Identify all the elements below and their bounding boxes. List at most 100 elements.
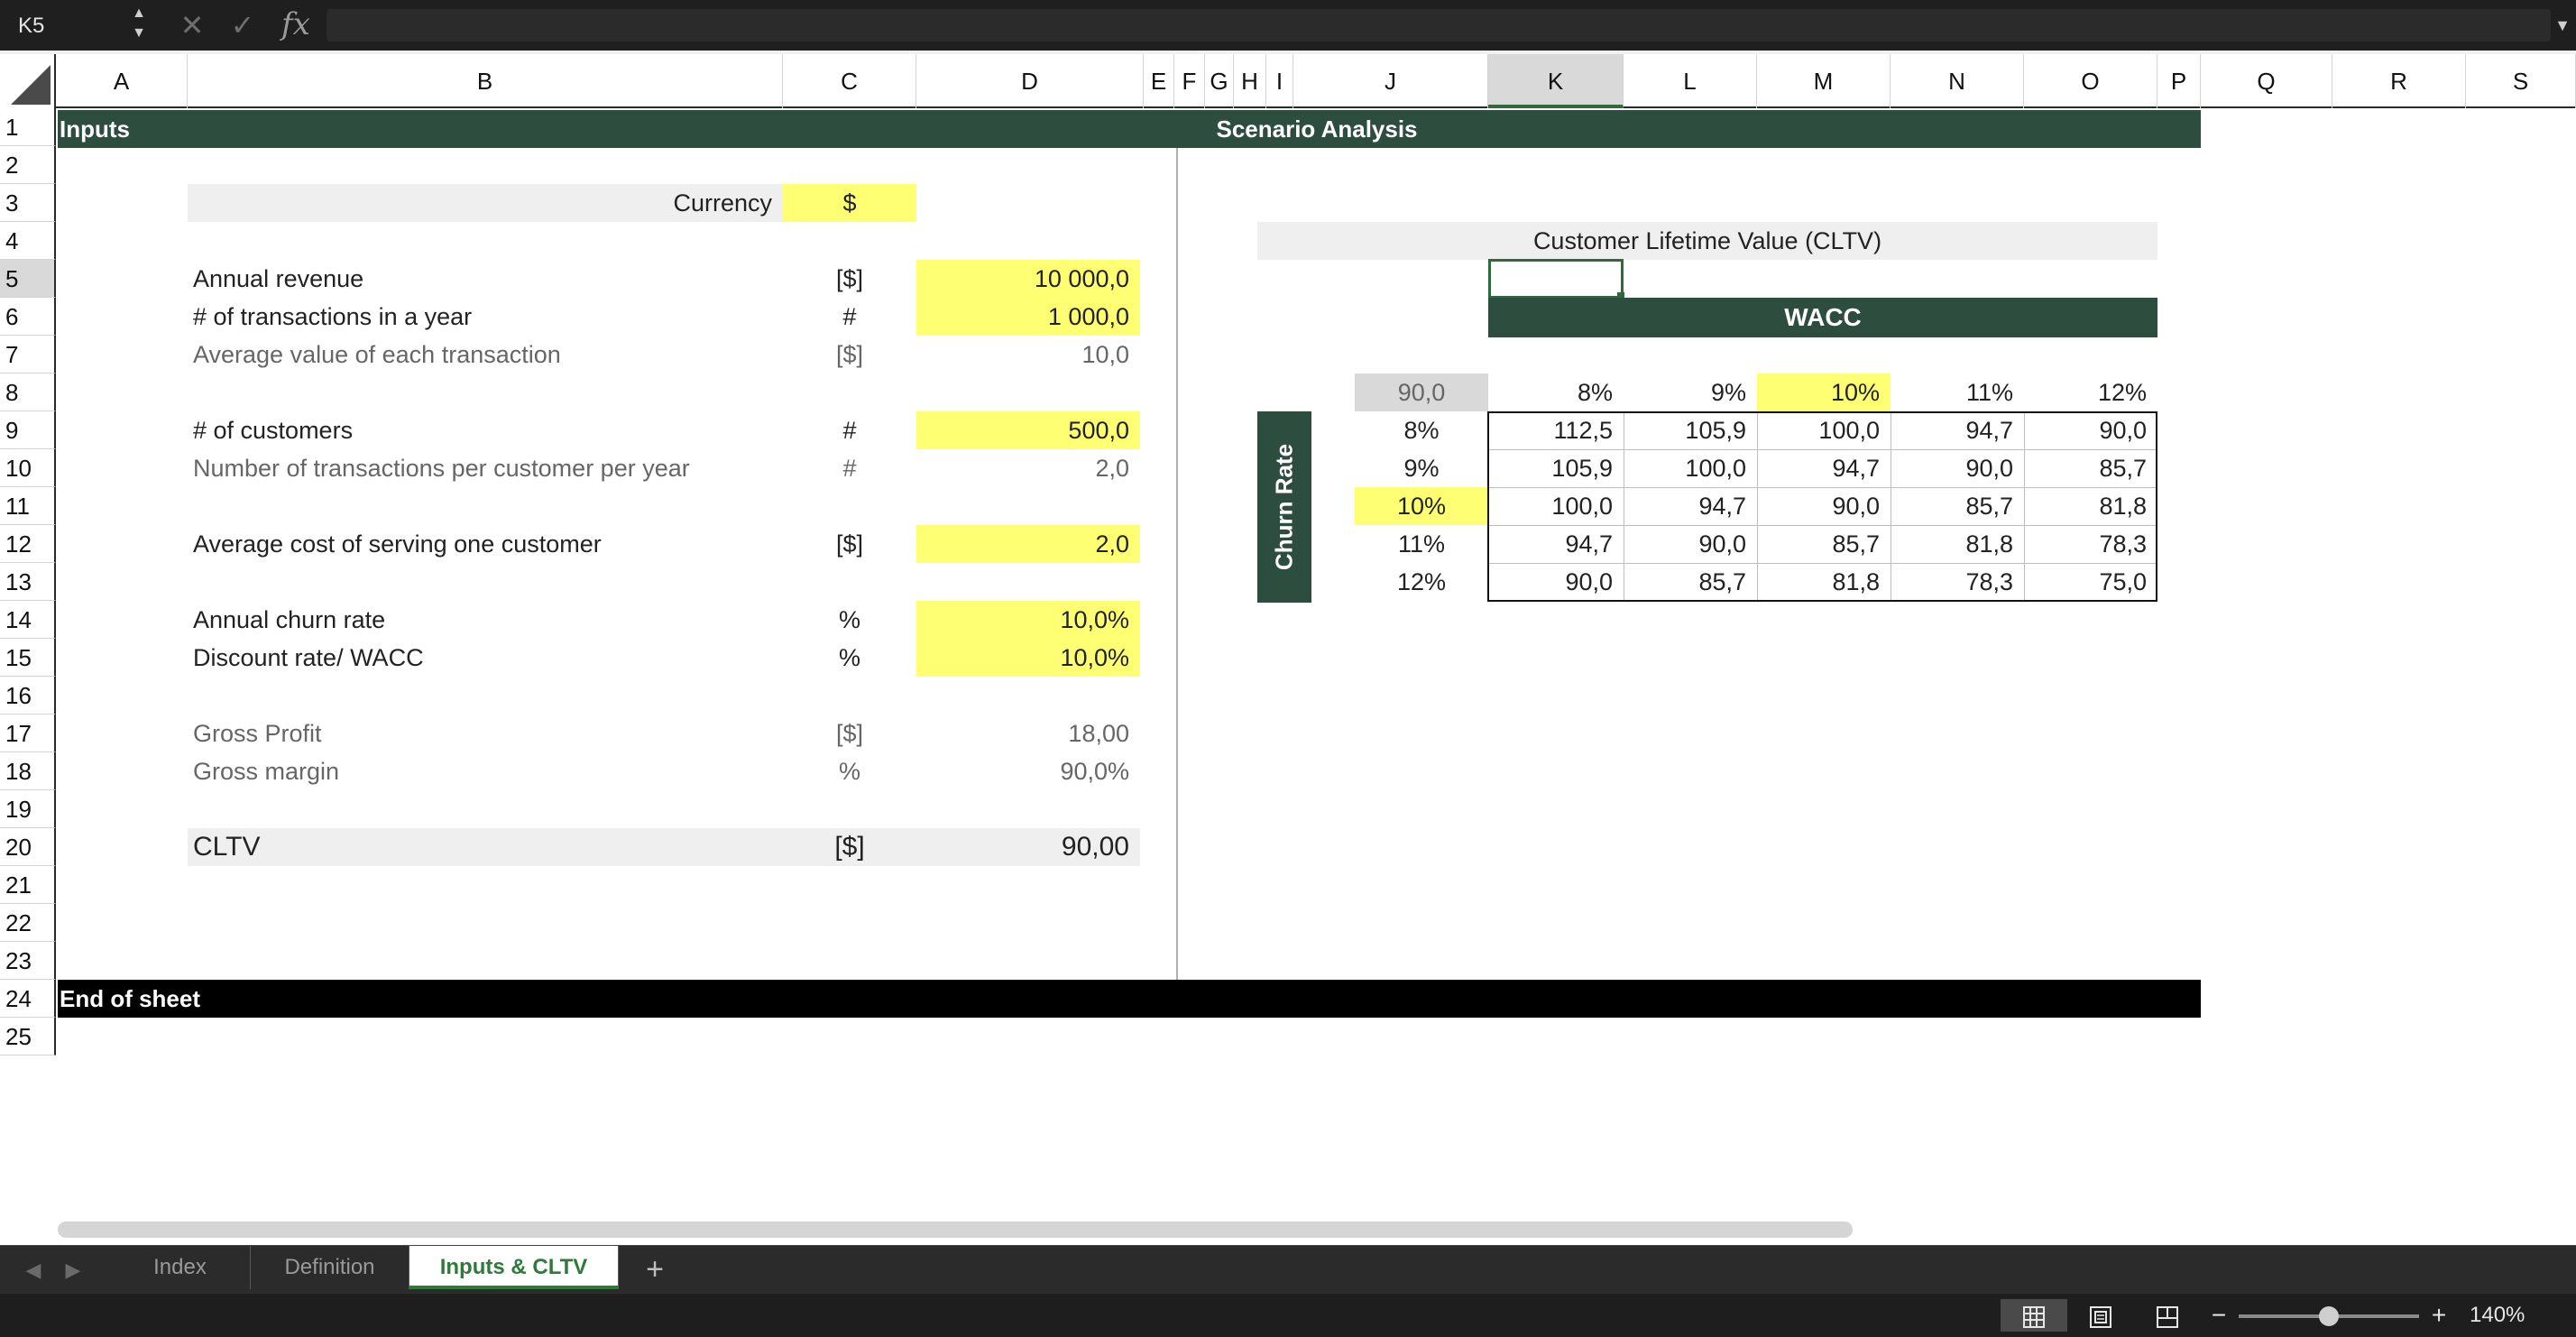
column-header-f[interactable]: F (1174, 54, 1205, 108)
row-header-22[interactable]: 22 (0, 904, 56, 942)
churn-rate-band-label: Churn Rate (1270, 443, 1298, 571)
column-header-d[interactable]: D (916, 54, 1144, 108)
tx-per-customer-value[interactable]: 2,0 (916, 449, 1140, 487)
churn-header-cell[interactable]: 8% (1355, 411, 1488, 449)
selected-cell-k5[interactable] (1488, 259, 1624, 299)
customers-value[interactable]: 500,0 (916, 411, 1140, 449)
page-break-view-button[interactable] (2134, 1299, 2201, 1332)
wacc-header-cell[interactable]: 9% (1624, 373, 1757, 411)
column-header-a[interactable]: A (56, 54, 188, 108)
column-header-b[interactable]: B (188, 54, 783, 108)
zoom-in-button[interactable]: + (2426, 1299, 2452, 1332)
column-header-l[interactable]: L (1624, 54, 1757, 108)
sheet-tab[interactable]: Index (110, 1246, 251, 1289)
transactions-unit: # (842, 303, 857, 330)
scenario-corner-value[interactable]: 90,0 (1355, 373, 1488, 411)
wacc-header-cell[interactable]: 8% (1488, 373, 1624, 411)
transactions-value[interactable]: 1 000,0 (916, 298, 1140, 336)
stepper-down-icon[interactable]: ▼ (128, 23, 150, 43)
column-header-r[interactable]: R (2332, 54, 2466, 108)
column-header-j[interactable]: J (1293, 54, 1488, 108)
stepper-up-icon[interactable]: ▲ (128, 4, 150, 23)
row-header-4[interactable]: 4 (0, 222, 56, 260)
cltv-unit: [$] (783, 828, 916, 866)
row-header-9[interactable]: 9 (0, 411, 56, 449)
avg-transaction-label: Average value of each transaction (193, 341, 561, 368)
gross-profit-value[interactable]: 18,00 (916, 715, 1140, 752)
wacc-header-cell[interactable]: 12% (2024, 373, 2157, 411)
churn-header-cell[interactable]: 10% (1355, 487, 1488, 525)
column-header-c[interactable]: C (783, 54, 916, 108)
churn-header-cell[interactable]: 11% (1355, 525, 1488, 563)
row-header-7[interactable]: 7 (0, 336, 56, 373)
row-header-1[interactable]: 1 (0, 108, 56, 146)
annual-revenue-unit: [$] (835, 265, 864, 292)
row-header-19[interactable]: 19 (0, 790, 56, 828)
column-header-m[interactable]: M (1757, 54, 1891, 108)
confirm-icon[interactable]: ✓ (227, 7, 258, 43)
row-header-15[interactable]: 15 (0, 639, 56, 677)
churn-rate-unit: % (838, 606, 860, 633)
column-header-o[interactable]: O (2024, 54, 2157, 108)
select-all-icon (11, 65, 51, 105)
row-header-6[interactable]: 6 (0, 298, 56, 336)
row-header-17[interactable]: 17 (0, 715, 56, 752)
zoom-out-button[interactable]: − (2206, 1299, 2231, 1332)
zoom-level[interactable]: 140% (2470, 1299, 2560, 1332)
row-header-13[interactable]: 13 (0, 563, 56, 601)
column-header-p[interactable]: P (2157, 54, 2201, 108)
column-header-n[interactable]: N (1891, 54, 2024, 108)
row-header-8[interactable]: 8 (0, 373, 56, 411)
zoom-slider-thumb[interactable] (2319, 1306, 2339, 1326)
row-header-14[interactable]: 14 (0, 601, 56, 639)
churn-header-cell[interactable]: 9% (1355, 449, 1488, 487)
churn-header-cell[interactable]: 12% (1355, 563, 1488, 601)
column-header-e[interactable]: E (1144, 54, 1174, 108)
row-header-24[interactable]: 24 (0, 980, 56, 1018)
formula-input[interactable] (327, 9, 2551, 41)
row-header-10[interactable]: 10 (0, 449, 56, 487)
row-header-16[interactable]: 16 (0, 677, 56, 715)
chevron-down-icon[interactable]: ▼ (2553, 9, 2572, 41)
discount-rate-value[interactable]: 10,0% (916, 639, 1140, 677)
wacc-header-cell[interactable]: 11% (1891, 373, 2024, 411)
row-header-25[interactable]: 25 (0, 1018, 56, 1056)
row-header-18[interactable]: 18 (0, 752, 56, 790)
cost-serving-value[interactable]: 2,0 (916, 525, 1140, 563)
column-header-i[interactable]: I (1266, 54, 1293, 108)
column-header-k[interactable]: K (1488, 54, 1624, 108)
sheet-tab[interactable]: Definition (251, 1246, 409, 1289)
row-header-11[interactable]: 11 (0, 487, 56, 525)
annual-revenue-value[interactable]: 10 000,0 (916, 260, 1140, 298)
wacc-header-cell[interactable]: 10% (1757, 373, 1891, 411)
sheet-tab[interactable]: Inputs & CLTV (409, 1246, 619, 1289)
row-header-2[interactable]: 2 (0, 146, 56, 184)
cancel-icon[interactable]: ✕ (177, 7, 207, 43)
row-header-12[interactable]: 12 (0, 525, 56, 563)
page-layout-view-button[interactable] (2067, 1299, 2134, 1332)
name-box-stepper[interactable]: ▲ ▼ (128, 4, 150, 47)
tab-next-icon[interactable]: ▶ (60, 1255, 87, 1286)
row-header-23[interactable]: 23 (0, 942, 56, 980)
select-all-button[interactable] (0, 54, 56, 108)
column-header-h[interactable]: H (1234, 54, 1266, 108)
row-header-3[interactable]: 3 (0, 184, 56, 222)
fx-icon[interactable]: fx (281, 4, 317, 45)
row-header-5[interactable]: 5 (0, 260, 56, 298)
gross-margin-value[interactable]: 90,0% (916, 752, 1140, 790)
churn-rate-value[interactable]: 10,0% (916, 601, 1140, 639)
column-header-s[interactable]: S (2466, 54, 2576, 108)
add-sheet-icon[interactable]: + (635, 1249, 675, 1289)
avg-transaction-value[interactable]: 10,0 (916, 336, 1140, 373)
horizontal-scrollbar[interactable] (58, 1222, 1853, 1238)
discount-rate-unit: % (838, 644, 860, 671)
column-header-q[interactable]: Q (2201, 54, 2332, 108)
tx-per-customer-unit: # (842, 455, 857, 482)
cltv-value[interactable]: 90,00 (916, 828, 1140, 866)
currency-value-cell[interactable]: $ (783, 184, 916, 222)
row-header-20[interactable]: 20 (0, 828, 56, 866)
tab-prev-icon[interactable]: ◀ (20, 1255, 47, 1286)
row-header-21[interactable]: 21 (0, 866, 56, 904)
normal-view-button[interactable] (2001, 1299, 2067, 1332)
column-header-g[interactable]: G (1205, 54, 1234, 108)
